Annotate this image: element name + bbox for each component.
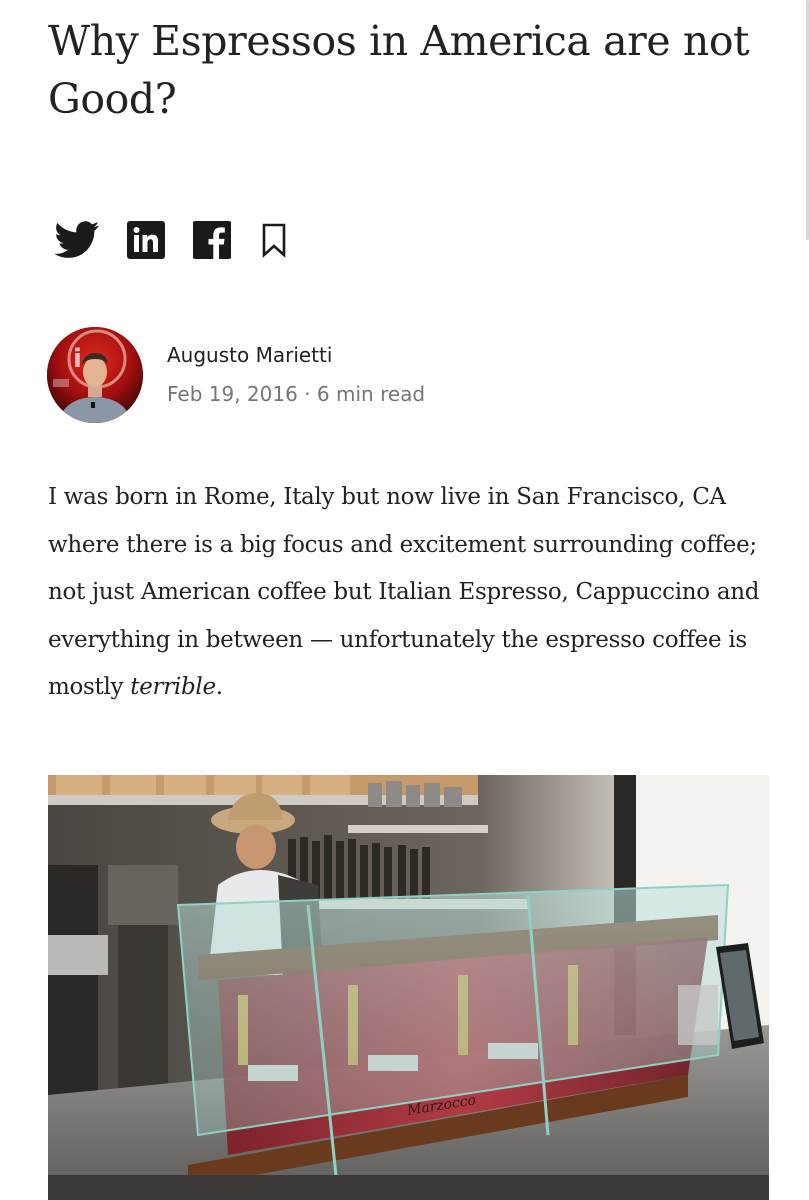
paragraph-end: . <box>215 674 223 700</box>
author-name[interactable]: Augusto Marietti <box>167 341 332 369</box>
read-time: 6 min read <box>316 382 426 406</box>
bookmark-icon[interactable] <box>260 220 288 260</box>
post-meta: Feb 19, 2016 · 6 min read <box>167 380 425 408</box>
facebook-icon[interactable] <box>192 220 232 260</box>
linkedin-icon[interactable] <box>126 220 166 260</box>
svg-text:i: i <box>73 344 82 374</box>
article-page: Why Espressos in America are not Good? i… <box>0 0 809 1200</box>
espresso-machine-photo: Marzocco <box>48 775 769 1200</box>
article-title: Why Espressos in America are not Good? <box>48 17 750 123</box>
meta-separator: · <box>304 382 311 406</box>
publish-date: Feb 19, 2016 <box>167 382 298 406</box>
avatar[interactable]: i <box>47 327 143 423</box>
paragraph-emphasis: terrible <box>130 674 216 700</box>
article-paragraph: I was born in Rome, Italy but now live i… <box>48 474 778 712</box>
share-bar <box>54 218 288 262</box>
paragraph-text: I was born in Rome, Italy but now live i… <box>48 484 760 700</box>
twitter-icon[interactable] <box>54 218 100 262</box>
